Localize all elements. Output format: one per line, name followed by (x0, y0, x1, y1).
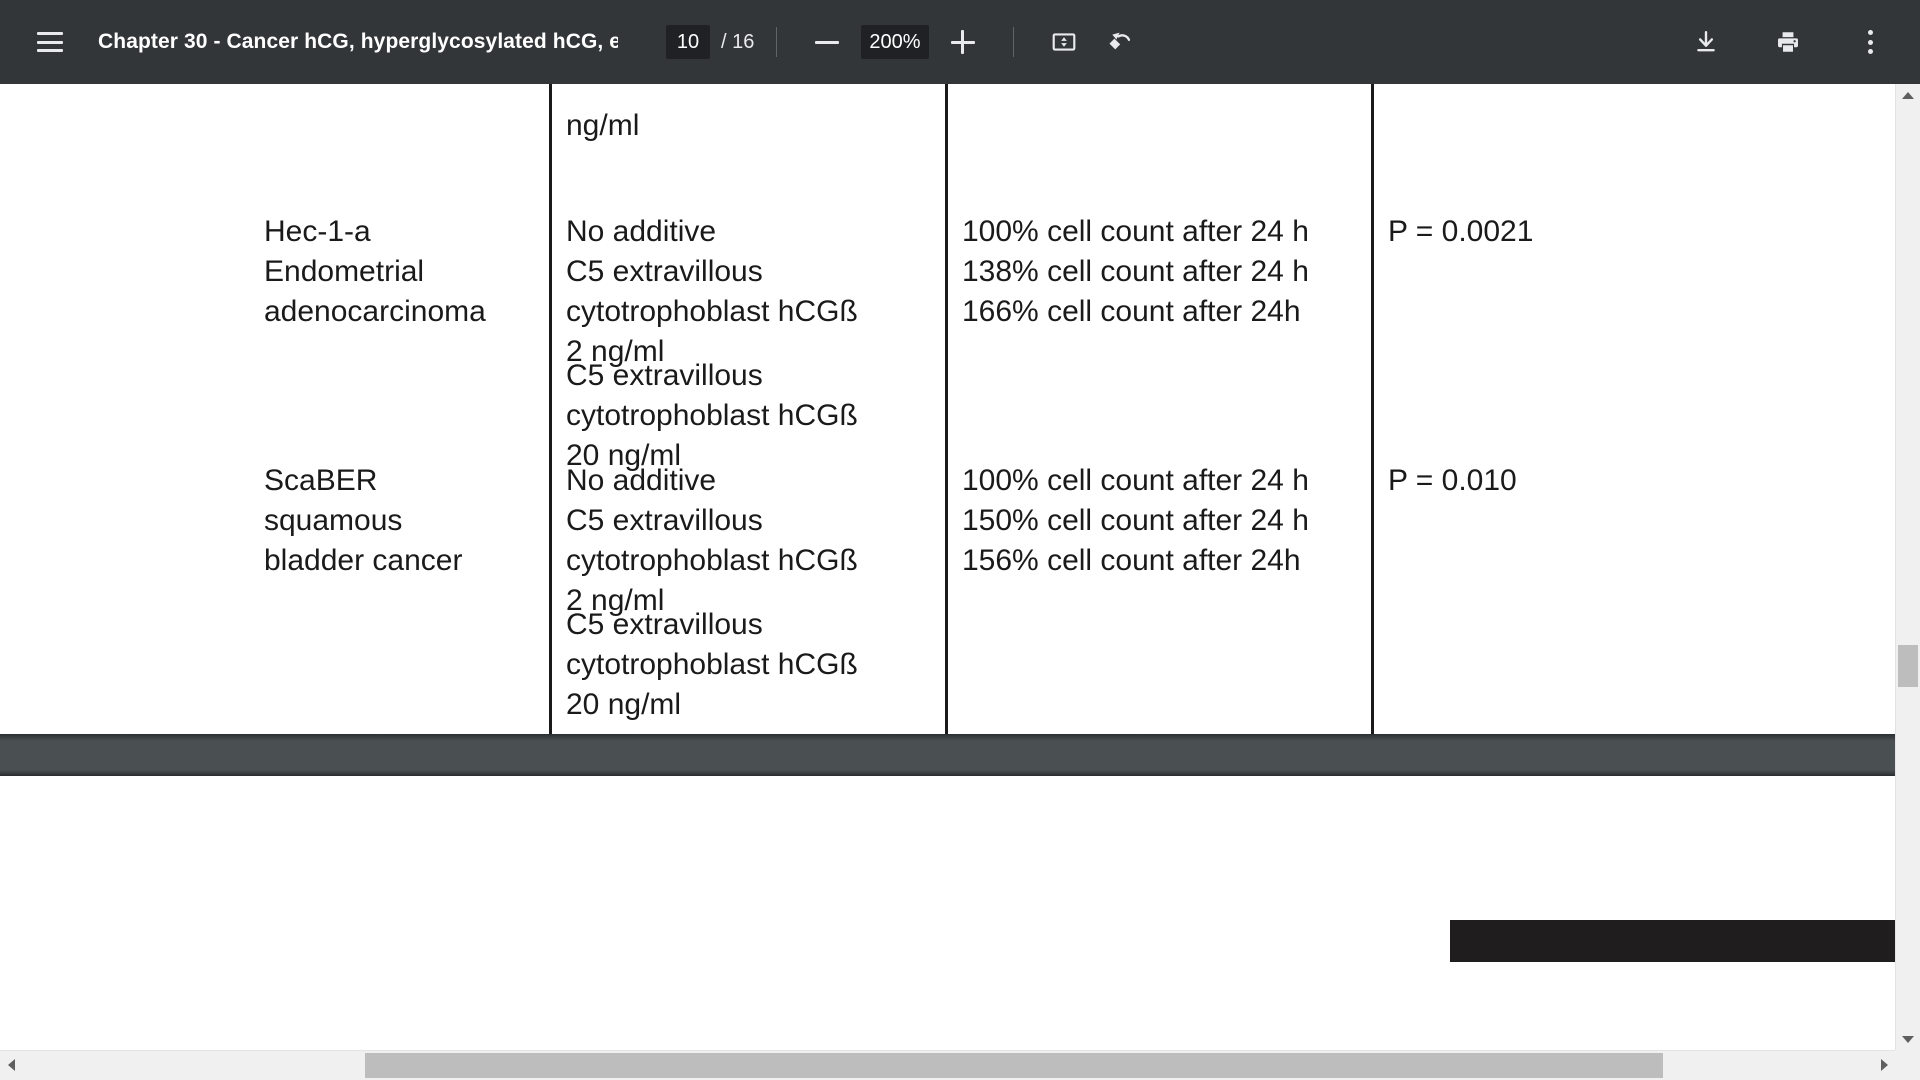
plus-icon (950, 30, 975, 54)
download-icon (1697, 31, 1715, 52)
scrollbar-corner (1895, 1050, 1920, 1080)
table-column-rule-3 (1371, 84, 1374, 737)
table-cell-pvalue-scaber: P = 0.010 (1388, 464, 1517, 497)
print-button[interactable] (1760, 14, 1816, 70)
fit-to-page-button[interactable] (1036, 14, 1092, 70)
more-options-button[interactable] (1842, 14, 1898, 70)
table-cell-pvalue-hec1a: P = 0.0021 (1388, 215, 1534, 248)
table-column-rule-2 (945, 84, 948, 737)
rotate-counterclockwise-icon (1109, 32, 1131, 49)
figure-block (1450, 920, 1895, 962)
page-separator (0, 734, 1905, 776)
more-options-icon (1867, 28, 1873, 56)
print-icon (1778, 32, 1798, 52)
pdf-page-11 (0, 776, 1895, 1050)
table-cell-cellline-scaber: ScaBER squamous bladder cancer (264, 464, 463, 577)
sidebar-toggle-button[interactable] (22, 14, 78, 70)
scroll-up-button[interactable] (1896, 84, 1920, 106)
table-cell-treatment-hec1a-no-additive: No additive (566, 215, 717, 248)
vertical-scrollbar[interactable] (1895, 84, 1920, 1050)
page-navigation: 10 / 16 (666, 25, 754, 59)
toolbar-divider-2 (1012, 27, 1014, 57)
table-cell-treatment-scaber-20ngml: C5 extravillous cytotrophoblast hCGß 20 … (566, 608, 858, 721)
table-cell-treatment-scaber-2ngml: C5 extravillous cytotrophoblast hCGß 2 n… (566, 504, 858, 617)
zoom-in-button[interactable] (935, 14, 991, 70)
zoom-out-button[interactable] (799, 14, 855, 70)
document-title: Chapter 30 - Cancer hCG, hyperglycosylat… (98, 30, 618, 53)
table-cell-treatment-hec1a-2ngml: C5 extravillous cytotrophoblast hCGß 2 n… (566, 255, 858, 368)
fit-to-page-icon (1052, 33, 1075, 51)
zoom-controls: 200% (799, 14, 990, 70)
triangle-up-icon (1902, 91, 1914, 99)
table-cell-treatment-hec1a-20ngml: C5 extravillous cytotrophoblast hCGß 20 … (566, 359, 858, 472)
table-cell-treatment-partial: ng/ml (566, 109, 640, 142)
pdf-page-container: ng/ml Hec-1-a Endometrial adenocarcinoma… (0, 84, 1905, 1050)
triangle-down-icon (1902, 1035, 1914, 1043)
hamburger-menu-icon (37, 32, 63, 52)
pdf-viewer-window: Chapter 30 - Cancer hCG, hyperglycosylat… (0, 0, 1920, 1080)
scroll-down-button[interactable] (1896, 1028, 1920, 1050)
table-cell-cellline-hec1a: Hec-1-a Endometrial adenocarcinoma (264, 215, 486, 328)
table-column-rule-1 (549, 84, 552, 737)
pdf-page-10: ng/ml Hec-1-a Endometrial adenocarcinoma… (0, 84, 1895, 737)
pdf-toolbar: Chapter 30 - Cancer hCG, hyperglycosylat… (0, 0, 1920, 84)
table-cell-treatment-scaber-no-additive: No additive (566, 464, 717, 497)
results-table: ng/ml Hec-1-a Endometrial adenocarcinoma… (0, 84, 1895, 737)
page-count-label: / 16 (721, 30, 755, 53)
triangle-right-icon (1880, 1059, 1888, 1071)
download-button[interactable] (1678, 14, 1734, 70)
zoom-level-input[interactable]: 200% (861, 25, 929, 59)
table-cell-results-scaber: 100% cell count after 24 h 150% cell cou… (962, 464, 1309, 577)
minus-icon (815, 40, 840, 44)
page-number-input[interactable]: 10 (666, 25, 710, 59)
horizontal-scrollbar-thumb[interactable] (365, 1053, 1663, 1078)
scroll-left-button[interactable] (0, 1051, 22, 1079)
table-cell-results-hec1a: 100% cell count after 24 h 138% cell cou… (962, 215, 1309, 328)
pdf-viewer-area[interactable]: ng/ml Hec-1-a Endometrial adenocarcinoma… (0, 84, 1920, 1080)
rotate-button[interactable] (1092, 14, 1148, 70)
vertical-scrollbar-thumb[interactable] (1898, 645, 1918, 687)
scroll-right-button[interactable] (1873, 1051, 1895, 1079)
horizontal-scrollbar[interactable] (0, 1050, 1920, 1080)
triangle-left-icon (7, 1059, 15, 1071)
toolbar-divider-1 (776, 27, 778, 57)
